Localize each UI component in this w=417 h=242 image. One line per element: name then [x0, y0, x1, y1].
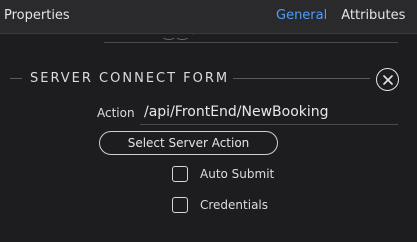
panel-header: Properties General Attributes Ev [0, 0, 417, 34]
auto-submit-checkbox[interactable] [172, 166, 188, 182]
divider-right [233, 78, 370, 79]
tab-bar: General Attributes Ev [276, 8, 417, 23]
action-input[interactable]: /api/FrontEnd/NewBooking [140, 103, 398, 125]
credentials-option[interactable]: Credentials [172, 196, 268, 214]
credentials-label: Credentials [200, 198, 269, 212]
clipped-text: ‿ ‿ ᵞ [164, 34, 195, 40]
action-label: Action [97, 106, 135, 120]
close-icon [382, 74, 393, 85]
action-row: Action /api/FrontEnd/NewBooking [0, 103, 417, 125]
auto-submit-label: Auto Submit [200, 167, 275, 181]
tab-attributes[interactable]: Attributes [341, 8, 405, 23]
select-server-action-button[interactable]: Select Server Action [99, 131, 278, 155]
tab-general[interactable]: General [276, 8, 327, 23]
close-section-button[interactable] [376, 68, 399, 91]
clipped-field-row: ‿ ‿ ᵞ [104, 34, 398, 43]
panel-title: Properties [4, 8, 70, 23]
section-title: SERVER CONNECT FORM [30, 71, 230, 86]
credentials-checkbox[interactable] [172, 197, 188, 213]
divider-left [10, 78, 22, 79]
section-header: SERVER CONNECT FORM [0, 64, 417, 94]
auto-submit-option[interactable]: Auto Submit [172, 165, 274, 183]
